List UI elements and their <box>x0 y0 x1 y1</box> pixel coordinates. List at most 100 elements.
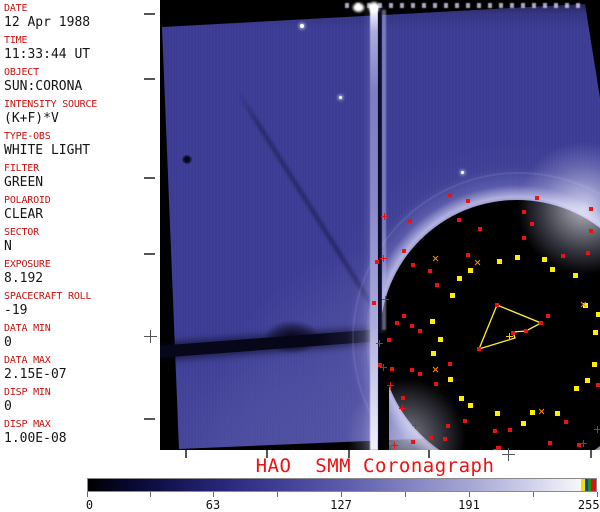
meta-item: OBJECT SUN:CORONA <box>0 64 158 96</box>
fiducial-dot <box>438 336 444 342</box>
fiducial-dot <box>520 420 526 426</box>
sun-center-mark-left <box>143 329 157 343</box>
image-caption: HAO SMM Coronagraph <box>255 455 495 477</box>
left-axis-tick <box>144 177 155 179</box>
colorbar-tick <box>469 492 470 497</box>
meta-value: SUN:CORONA <box>4 79 83 94</box>
colorbar-stripe <box>591 479 596 491</box>
meta-value: 0 <box>4 335 12 350</box>
colorbar-tick-label: 255 <box>577 498 600 512</box>
fiducial-dot <box>534 195 539 200</box>
fiducial-dot <box>448 377 454 383</box>
fiducial-dot <box>589 207 594 212</box>
meta-item: TIME 11:33:44 UT <box>0 32 158 64</box>
roi-center-mark-bar <box>508 332 510 340</box>
meta-label: DATE <box>4 3 28 14</box>
meta-value: GREEN <box>4 175 44 190</box>
fiducial-dot <box>371 300 376 305</box>
fiducial-cross <box>492 445 500 450</box>
fiducial-dot <box>514 254 520 260</box>
colorbar-tick-label: 127 <box>330 498 352 512</box>
fiducial-dot <box>445 424 450 429</box>
fiducial-dot <box>494 410 500 416</box>
roi-polygon <box>477 304 543 351</box>
fiducial-dot <box>572 272 578 278</box>
fiducial-dot <box>410 324 414 328</box>
fiducial-cross-bar <box>382 254 384 262</box>
fiducial-dot <box>561 253 566 258</box>
fiducial-dot <box>434 382 439 387</box>
meta-label: SECTOR <box>4 227 39 238</box>
fiducial-dot <box>468 403 474 409</box>
meta-value: 1.00E-08 <box>4 431 67 446</box>
fiducial-dot <box>563 420 568 425</box>
meta-value: N <box>4 239 12 254</box>
bright-speck <box>300 24 304 28</box>
meta-item: DISP MAX 1.00E-08 <box>0 416 158 448</box>
colorbar <box>87 478 597 492</box>
fiducial-cross-bar <box>378 339 380 347</box>
coronagraph-image <box>160 0 600 450</box>
fiducial-cross <box>386 381 394 389</box>
fiducial-dot <box>418 372 422 376</box>
fiducial-dot <box>596 312 600 318</box>
metadata-panel: DATE 12 Apr 1988 TIME 11:33:44 UT OBJECT SUN:… <box>0 0 158 456</box>
fiducial-dot <box>522 236 527 241</box>
fiducial-dot <box>410 440 415 445</box>
fiducial-dot <box>395 321 399 325</box>
meta-label: DISP MAX <box>4 419 51 430</box>
meta-label: FILTER <box>4 163 39 174</box>
fiducial-dot <box>462 418 467 423</box>
fiducial-dot <box>539 321 543 325</box>
fiducial-dot <box>402 313 407 318</box>
fiducial-dot <box>430 351 436 357</box>
fiducial-cross <box>579 439 587 447</box>
colorbar-tick <box>341 492 342 497</box>
fiducial-dot <box>442 436 447 441</box>
roi-center-mark <box>505 332 513 340</box>
colorbar-tick-label: 63 <box>205 498 221 512</box>
colorbar-minor-tick <box>150 492 151 497</box>
meta-item: SPACECRAFT ROLL -19 <box>0 288 158 320</box>
fiducial-cross <box>411 421 419 429</box>
meta-value: 2.15E-07 <box>4 367 67 382</box>
meta-item: POLAROID CLEAR <box>0 192 158 224</box>
fiducial-cross-bar <box>596 425 598 433</box>
meta-value: WHITE LIGHT <box>4 143 91 158</box>
fiducial-dot <box>430 318 436 324</box>
left-axis-tick <box>144 253 155 255</box>
fiducial-dot <box>410 263 415 268</box>
fiducial-cross <box>398 404 406 412</box>
fiducial-dot <box>521 209 526 214</box>
fiducial-dot <box>496 258 502 264</box>
fiducial-dot <box>478 226 483 231</box>
fiducial-dot <box>457 275 463 281</box>
fiducial-cross <box>379 363 387 371</box>
left-axis-tick <box>144 78 155 80</box>
fiducial-dot <box>546 314 550 318</box>
fiducial-dot <box>493 429 497 433</box>
fiducial-cross <box>379 254 387 262</box>
fiducial-cross <box>380 212 388 220</box>
fiducial-dot <box>596 383 600 388</box>
fiducial-dot <box>466 199 471 204</box>
meta-value: 0 <box>4 399 12 414</box>
fiducial-dot <box>449 292 455 298</box>
meta-label: INTENSITY SOURCE <box>4 99 98 110</box>
fiducial-dot <box>410 368 415 373</box>
fiducial-dot <box>447 193 452 198</box>
fiducial-dot <box>588 228 593 233</box>
fiducial-cross-bar <box>495 445 497 450</box>
meta-item: SECTOR N <box>0 224 158 256</box>
meta-value: 11:33:44 UT <box>4 47 91 62</box>
meta-item: EXPOSURE 8.192 <box>0 256 158 288</box>
meta-label: POLAROID <box>4 195 51 206</box>
colorbar-tick <box>87 492 88 497</box>
fiducial-dot <box>400 396 405 401</box>
fiducial-cross-bar <box>414 421 416 429</box>
meta-item: DATA MIN 0 <box>0 320 158 352</box>
fiducial-cross-bar <box>401 404 403 412</box>
meta-label: DATA MAX <box>4 355 51 366</box>
fiducial-dot <box>507 427 512 432</box>
fiducial-dot <box>417 328 422 333</box>
